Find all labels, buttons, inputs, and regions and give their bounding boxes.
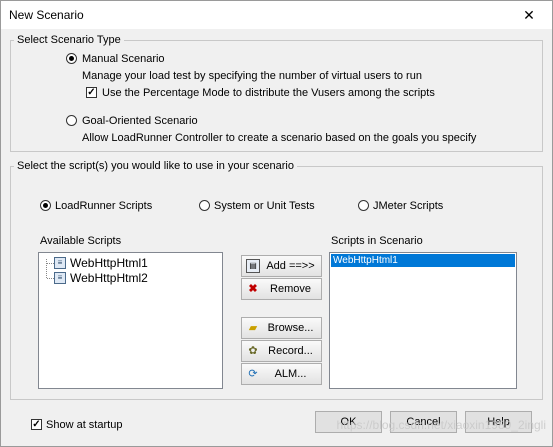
alm-icon: ⟳ xyxy=(248,368,258,380)
goal-oriented-label[interactable]: Goal-Oriented Scenario xyxy=(82,115,198,127)
new-scenario-dialog: New Scenario ✕ Select Scenario Type Manu… xyxy=(0,0,553,447)
manual-scenario-description: Manage your load test by specifying the … xyxy=(82,70,422,82)
close-icon[interactable]: ✕ xyxy=(506,1,552,29)
manual-scenario-label[interactable]: Manual Scenario xyxy=(82,53,165,65)
jmeter-scripts-label[interactable]: JMeter Scripts xyxy=(373,200,443,212)
show-at-startup-label[interactable]: Show at startup xyxy=(46,419,122,431)
scenario-type-legend: Select Scenario Type xyxy=(17,34,121,46)
tree-connector xyxy=(46,259,47,278)
percentage-mode-label[interactable]: Use the Percentage Mode to distribute th… xyxy=(102,87,435,99)
list-item-label: WebHttpHtml2 xyxy=(70,271,148,285)
list-item-selected[interactable]: WebHttpHtml1 xyxy=(331,254,515,267)
list-item[interactable]: ≡ WebHttpHtml1 xyxy=(54,256,204,271)
loadrunner-scripts-radio[interactable] xyxy=(40,200,51,211)
add-button-label: Add ==>> xyxy=(266,260,315,272)
goal-oriented-description: Allow LoadRunner Controller to create a … xyxy=(82,132,477,144)
browse-button[interactable]: ▰ Browse... xyxy=(241,317,322,339)
show-at-startup-checkbox[interactable]: ✓ xyxy=(31,419,42,430)
remove-button[interactable]: ✖ Remove xyxy=(241,278,322,300)
alm-button[interactable]: ⟳ ALM... xyxy=(241,363,322,385)
add-script-icon: ▤ xyxy=(246,259,260,273)
scripts-in-scenario-list[interactable]: WebHttpHtml1 xyxy=(329,252,517,389)
tree-connector xyxy=(47,263,54,264)
record-button[interactable]: ✿ Record... xyxy=(241,340,322,362)
script-icon: ≡ xyxy=(54,257,66,269)
watermark-text: https://blog.csdn.net/xiaoxin1989_2ingli xyxy=(336,418,546,432)
tree-connector xyxy=(47,278,54,279)
loadrunner-scripts-label[interactable]: LoadRunner Scripts xyxy=(55,200,152,212)
jmeter-scripts-radio[interactable] xyxy=(358,200,369,211)
scripts-in-scenario-label: Scripts in Scenario xyxy=(331,235,423,247)
browse-button-label: Browse... xyxy=(267,322,314,334)
remove-icon: ✖ xyxy=(248,283,258,295)
add-button[interactable]: ▤ Add ==>> xyxy=(241,255,322,277)
percentage-mode-checkbox[interactable]: ✓ xyxy=(86,87,97,98)
script-icon: ≡ xyxy=(54,272,66,284)
window-title: New Scenario xyxy=(9,8,84,22)
title-bar: New Scenario ✕ xyxy=(1,1,552,29)
system-unit-tests-label[interactable]: System or Unit Tests xyxy=(214,200,315,212)
goal-oriented-radio[interactable] xyxy=(66,115,77,126)
scripts-legend: Select the script(s) you would like to u… xyxy=(17,160,294,172)
manual-scenario-radio[interactable] xyxy=(66,53,77,64)
record-button-label: Record... xyxy=(268,345,313,357)
system-unit-tests-radio[interactable] xyxy=(199,200,210,211)
record-icon: ✿ xyxy=(248,345,258,357)
alm-button-label: ALM... xyxy=(274,368,307,380)
list-item-label: WebHttpHtml1 xyxy=(70,256,148,270)
folder-icon: ▰ xyxy=(248,322,258,334)
list-item[interactable]: ≡ WebHttpHtml2 xyxy=(54,271,204,286)
remove-button-label: Remove xyxy=(270,283,311,295)
available-scripts-list[interactable]: ≡ WebHttpHtml1 ≡ WebHttpHtml2 xyxy=(38,252,223,389)
available-scripts-label: Available Scripts xyxy=(40,235,122,247)
